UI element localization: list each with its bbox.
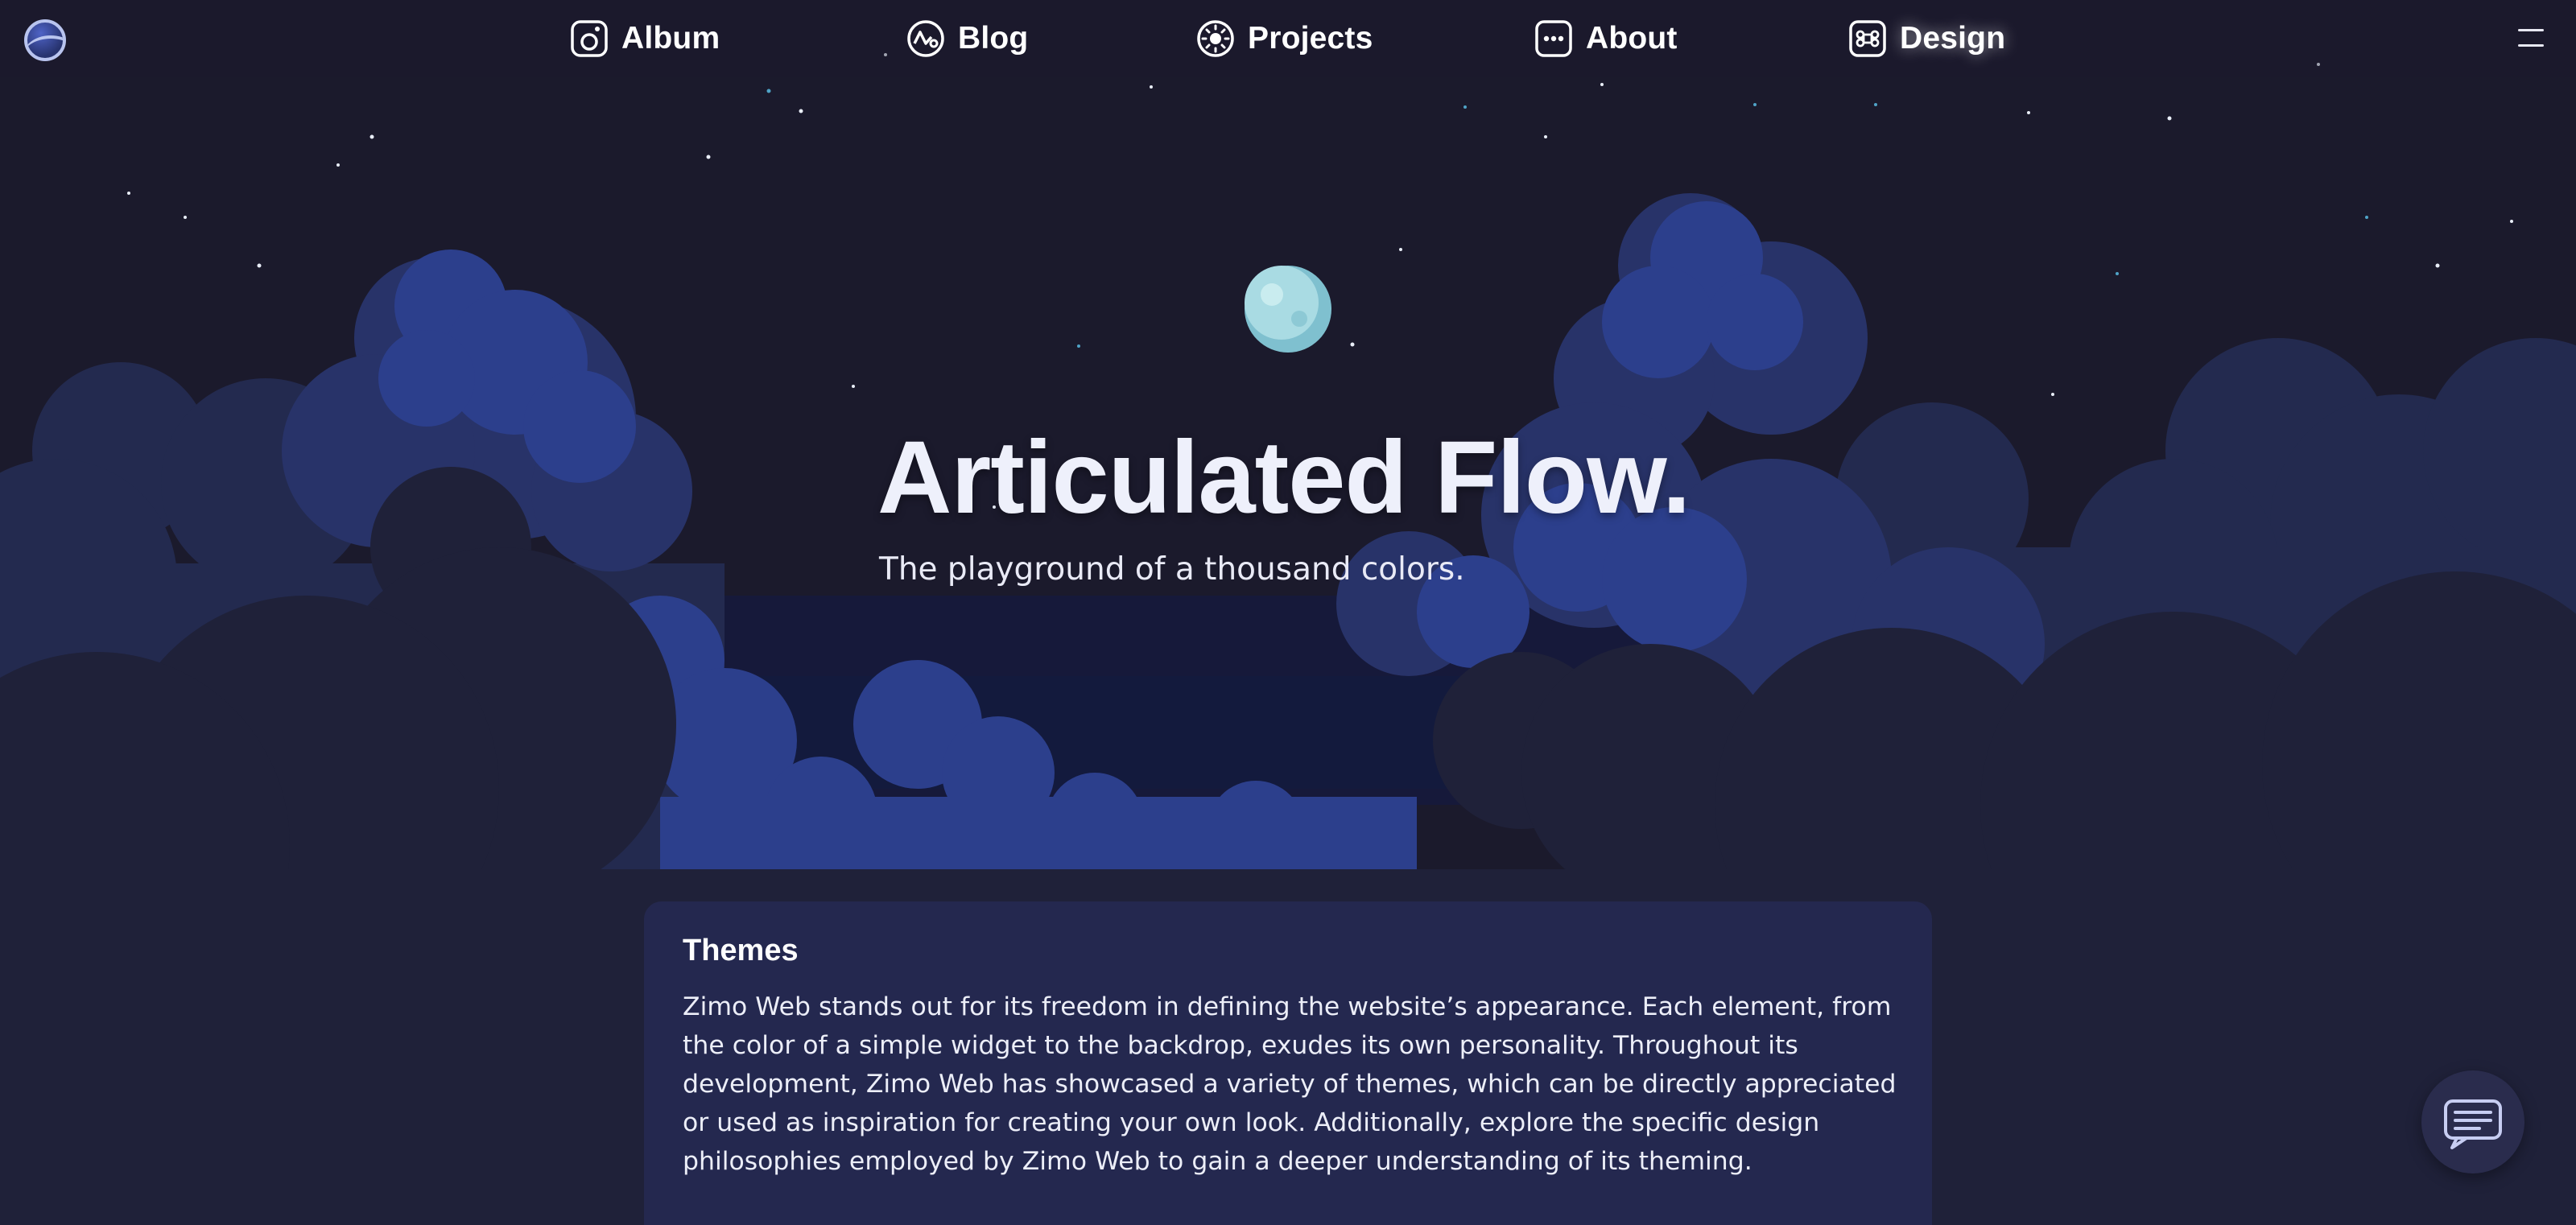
album-icon [570, 19, 609, 58]
nav-projects[interactable]: Projects [1196, 16, 1373, 61]
hero-subtitle: The playground of a thousand colors. [879, 551, 1465, 588]
star [1399, 248, 1402, 251]
star [2435, 263, 2440, 268]
design-icon [1848, 19, 1887, 58]
themes-card: Themes Zimo Web stands out for its freed… [644, 901, 1932, 1225]
star [336, 163, 340, 167]
hamburger-menu-icon[interactable] [2518, 27, 2544, 48]
nav-about-label: About [1586, 21, 1678, 56]
nav-design-label: Design [1900, 21, 2006, 56]
star [1753, 103, 1757, 106]
star [184, 216, 187, 219]
hero-title: Articulated Flow. [877, 420, 1690, 535]
star [766, 89, 771, 93]
star [1077, 344, 1080, 348]
nav-projects-label: Projects [1248, 21, 1373, 56]
site-logo-icon[interactable] [24, 19, 66, 61]
nav-design[interactable]: Design [1848, 16, 2005, 61]
card-title: Themes [683, 934, 799, 967]
menu-line [2518, 44, 2544, 47]
page: Album Blog Projects About Design Articul… [0, 0, 2576, 1225]
star [1350, 342, 1355, 347]
chat-icon [2444, 1099, 2502, 1149]
star [2116, 272, 2119, 275]
menu-line [2518, 29, 2544, 31]
nav-album[interactable]: Album [570, 16, 720, 61]
star [1600, 83, 1604, 86]
star [2365, 216, 2368, 219]
top-navigation: Album Blog Projects About Design [0, 0, 2576, 77]
star [706, 155, 711, 159]
star [2027, 111, 2030, 114]
nav-album-label: Album [621, 21, 720, 56]
star [852, 385, 855, 388]
star [799, 109, 803, 113]
nav-blog-label: Blog [958, 21, 1029, 56]
star [1463, 105, 1467, 109]
star [127, 192, 130, 195]
blog-icon [906, 19, 945, 58]
star [2051, 393, 2054, 396]
card-body: Zimo Web stands out for its freedom in d… [683, 992, 1897, 1176]
star [257, 263, 262, 268]
moon [1245, 266, 1331, 353]
about-icon [1534, 19, 1573, 58]
nav-blog[interactable]: Blog [906, 16, 1028, 61]
chat-button[interactable] [2421, 1070, 2524, 1173]
star [2510, 220, 2513, 223]
star [2167, 116, 2172, 121]
nav-about[interactable]: About [1534, 16, 1678, 61]
star [1544, 135, 1547, 138]
projects-icon [1196, 19, 1235, 58]
star [1150, 85, 1153, 89]
star [369, 134, 374, 139]
star [1874, 103, 1877, 106]
